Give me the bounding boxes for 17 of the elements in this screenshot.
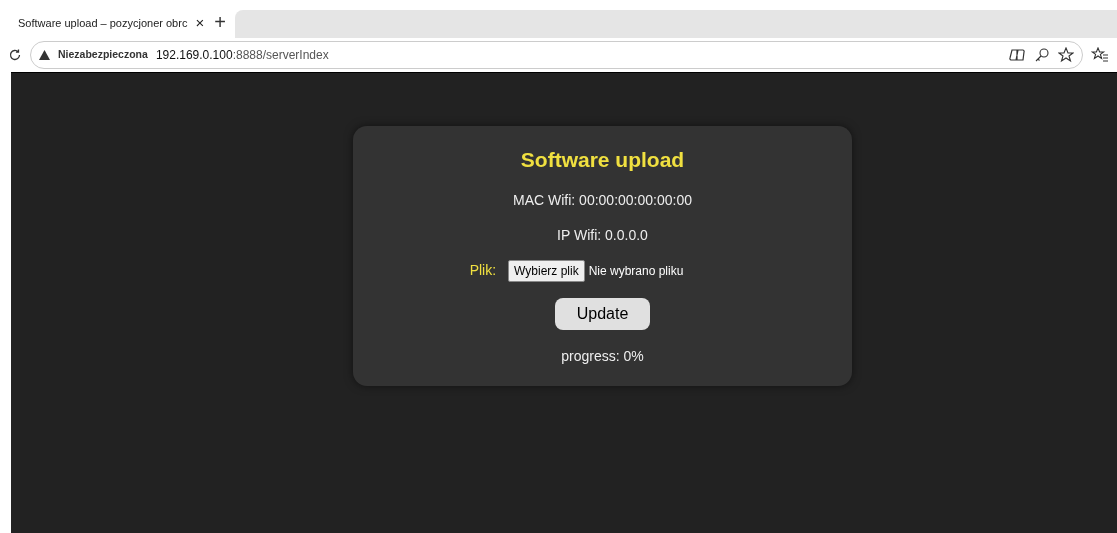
tab-title: Software upload – pozycjoner obrc [18,15,188,31]
security-label: Niezabezpieczona [58,47,148,63]
url-text: 192.169.0.100:8888/serverIndex [155,47,329,64]
page-title: Software upload [519,147,686,173]
warning-icon [39,50,50,60]
update-button[interactable]: Update [554,297,651,330]
favorites-icon[interactable] [1091,47,1109,63]
reload-icon[interactable] [8,48,22,62]
star-icon[interactable] [1058,47,1074,63]
ip-text: IP Wifi: 0.0.0.0 [557,226,648,243]
file-status: Nie wybrano pliku [588,262,684,280]
choose-file-button[interactable]: Wybierz plik [508,259,585,282]
progress-text: progress: 0% [561,347,644,364]
new-tab-button[interactable]: + [205,7,235,37]
file-label: Plik: [469,261,497,280]
mac-text: MAC Wifi: 00:00:00:00:00:00 [513,191,692,208]
close-tab-button[interactable]: × [195,11,205,35]
